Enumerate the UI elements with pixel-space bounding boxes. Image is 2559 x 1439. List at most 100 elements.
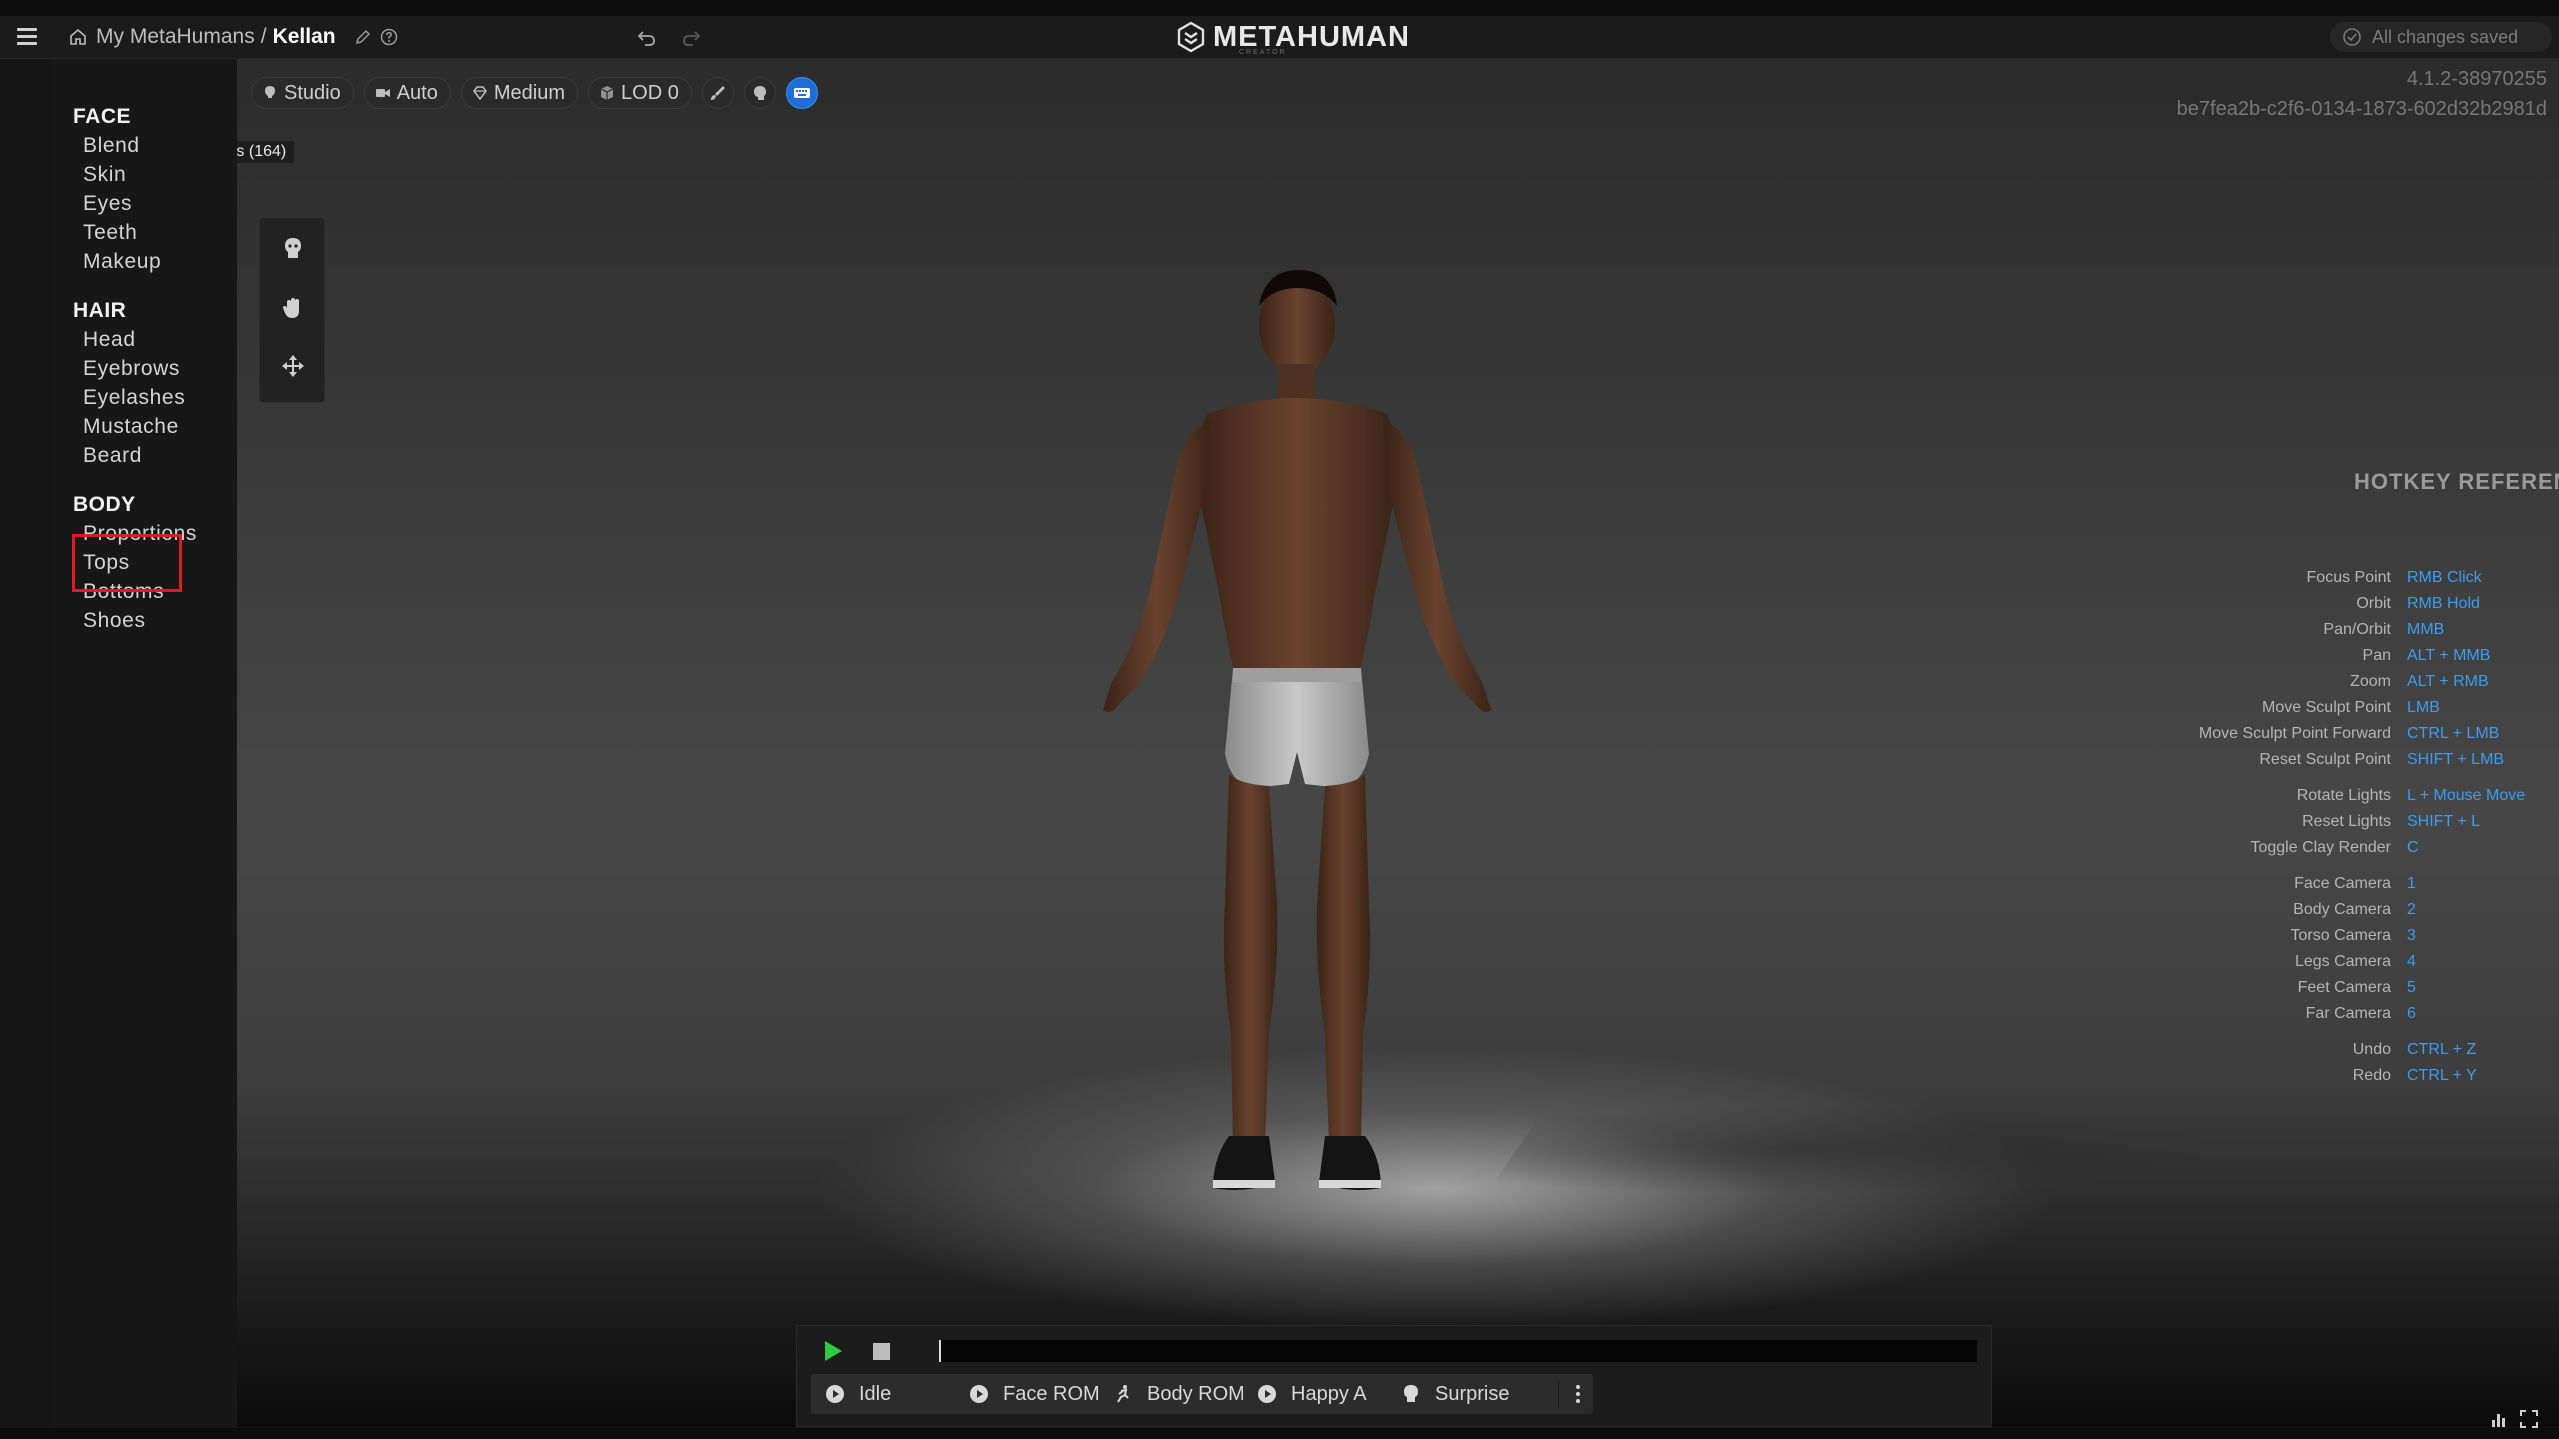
hotkey-binding: 1 <box>2407 875 2416 892</box>
sidebar-item-eyes[interactable]: Eyes <box>83 192 132 216</box>
hotkey-reference-toggle[interactable] <box>785 77 818 109</box>
hotkey-action: Move Sculpt Point <box>2262 699 2391 716</box>
head-view-button[interactable] <box>743 77 776 109</box>
breadcrumb-separator: / <box>260 25 267 48</box>
quality-dropdown[interactable]: Medium <box>460 77 579 109</box>
hotkey-action: Far Camera <box>2305 1005 2391 1022</box>
sidebar-item-makeup[interactable]: Makeup <box>83 250 161 274</box>
3d-viewport[interactable]: Studio Auto Medium LOD 0 s (164) 4.1.2-3… <box>237 59 2559 1427</box>
save-status-text: All changes saved <box>2372 26 2519 47</box>
lighting-value: Studio <box>284 81 341 104</box>
hotkey-action: Toggle Clay Render <box>2250 839 2391 856</box>
play-circle-icon <box>1258 1385 1276 1403</box>
hotkey-action: Torso Camera <box>2290 927 2391 944</box>
hotkey-action: Reset Lights <box>2302 813 2391 830</box>
hotkey-binding: CTRL + Z <box>2407 1041 2477 1058</box>
lod-dropdown[interactable]: LOD 0 <box>588 77 692 109</box>
hotkey-binding: ALT + MMB <box>2407 647 2491 664</box>
sculpt-hand-icon[interactable] <box>279 294 307 322</box>
head-select-icon[interactable] <box>279 234 307 262</box>
animation-timeline[interactable] <box>939 1340 1977 1362</box>
animation-surprise-button[interactable]: Surprise <box>1387 1374 1593 1414</box>
hotkey-action: Face Camera <box>2294 875 2391 892</box>
clay-render-button[interactable] <box>701 77 734 109</box>
section-face: FACE <box>73 105 132 128</box>
home-icon[interactable] <box>68 27 88 47</box>
floor-shadow <box>1485 1104 2249 1194</box>
breadcrumb-root[interactable]: My MetaHumans <box>96 25 255 49</box>
sidebar-item-eyebrows[interactable]: Eyebrows <box>83 357 180 381</box>
camera-dropdown[interactable]: Auto <box>363 77 451 109</box>
sidebar: FACE Blend Skin Eyes Teeth Makeup HAIR H… <box>52 59 237 1427</box>
camera-value: Auto <box>396 81 438 104</box>
hotkey-binding: 4 <box>2407 953 2416 970</box>
fullscreen-icon[interactable] <box>2520 1410 2538 1428</box>
edit-pencil-icon[interactable] <box>354 28 372 46</box>
shader-progress-toast: Preparing Shaders (164) <box>237 141 295 163</box>
diamond-icon <box>472 86 487 101</box>
sidebar-item-teeth[interactable]: Teeth <box>83 221 137 245</box>
hotkey-binding: MMB <box>2407 621 2445 638</box>
light-bulb-icon <box>265 86 275 98</box>
animation-label: Happy A <box>1291 1382 1367 1405</box>
hotkey-reference-title: HOTKEY REFERENCE <box>2354 469 2559 494</box>
hotkey-binding: 5 <box>2407 979 2416 996</box>
redo-icon[interactable] <box>680 26 702 48</box>
save-status-badge: All changes saved <box>2330 22 2552 52</box>
sidebar-item-eyelashes[interactable]: Eyelashes <box>83 386 185 410</box>
help-icon[interactable] <box>380 28 398 46</box>
version-number: 4.1.2-38970255 <box>2406 68 2547 90</box>
hotkey-binding: 2 <box>2407 901 2416 918</box>
animation-playback-bar: Idle Face ROM Body ROM Happy A Surprise <box>796 1325 1992 1427</box>
more-options-icon[interactable] <box>1575 1384 1581 1404</box>
hotkey-action: Reset Sculpt Point <box>2259 751 2391 768</box>
hotkey-binding: ALT + RMB <box>2407 673 2489 690</box>
hotkey-action: Move Sculpt Point Forward <box>2198 725 2391 742</box>
hotkey-action: Pan <box>2362 647 2391 664</box>
undo-icon[interactable] <box>636 26 658 48</box>
hotkey-binding: RMB Click <box>2407 569 2482 586</box>
hotkey-binding: LMB <box>2407 699 2440 716</box>
quality-value: Medium <box>493 81 566 104</box>
head-face-icon <box>1404 1385 1418 1402</box>
play-circle-icon <box>970 1385 988 1403</box>
selection-highlight-box <box>72 534 182 592</box>
sidebar-item-shoes[interactable]: Shoes <box>83 609 146 633</box>
metahuman-character[interactable] <box>1007 264 1587 1264</box>
stats-bars-icon[interactable] <box>2490 1410 2508 1428</box>
version-info: 4.1.2-38970255 be7fea2b-c2f6-0134-1873-6… <box>2177 64 2547 124</box>
sidebar-item-blend[interactable]: Blend <box>83 134 140 158</box>
check-circle-icon <box>2343 28 2361 46</box>
breadcrumb-current: Kellan <box>272 25 336 48</box>
brush-icon <box>710 86 725 100</box>
history-controls <box>636 26 702 48</box>
hotkey-binding: CTRL + LMB <box>2407 725 2500 742</box>
sidebar-item-beard[interactable]: Beard <box>83 444 142 468</box>
hotkey-binding: L + Mouse Move <box>2407 787 2526 804</box>
animation-label: Idle <box>859 1382 892 1405</box>
hotkey-action: Feet Camera <box>2297 979 2391 996</box>
top-bar: My MetaHumans / Kellan METAHUMAN CREATOR… <box>0 16 2559 59</box>
sidebar-item-mustache[interactable]: Mustache <box>83 415 179 439</box>
menu-icon[interactable] <box>17 28 37 46</box>
hotkey-action: Orbit <box>2356 595 2391 612</box>
lighting-dropdown[interactable]: Studio <box>251 77 354 109</box>
timeline-playhead[interactable] <box>939 1340 941 1362</box>
hotkey-action: Body Camera <box>2293 901 2391 918</box>
sidebar-item-head[interactable]: Head <box>83 328 136 352</box>
build-id: be7fea2b-c2f6-0134-1873-602d32b2981d <box>2176 98 2547 120</box>
play-icon[interactable] <box>823 1340 843 1362</box>
hotkey-binding: SHIFT + L <box>2407 813 2481 830</box>
breadcrumb: My MetaHumans / Kellan <box>68 24 398 50</box>
hotkey-binding: RMB Hold <box>2407 595 2480 612</box>
hotkey-binding: C <box>2407 839 2419 856</box>
play-circle-icon <box>826 1385 844 1403</box>
keyboard-icon <box>793 88 810 98</box>
video-camera-icon <box>375 89 390 97</box>
sidebar-item-skin[interactable]: Skin <box>83 163 126 187</box>
section-body: BODY <box>73 493 136 516</box>
hotkey-action: Legs Camera <box>2294 953 2391 970</box>
corner-controls <box>2490 1410 2538 1428</box>
stop-icon[interactable] <box>873 1343 890 1360</box>
move-arrows-icon[interactable] <box>279 352 307 380</box>
